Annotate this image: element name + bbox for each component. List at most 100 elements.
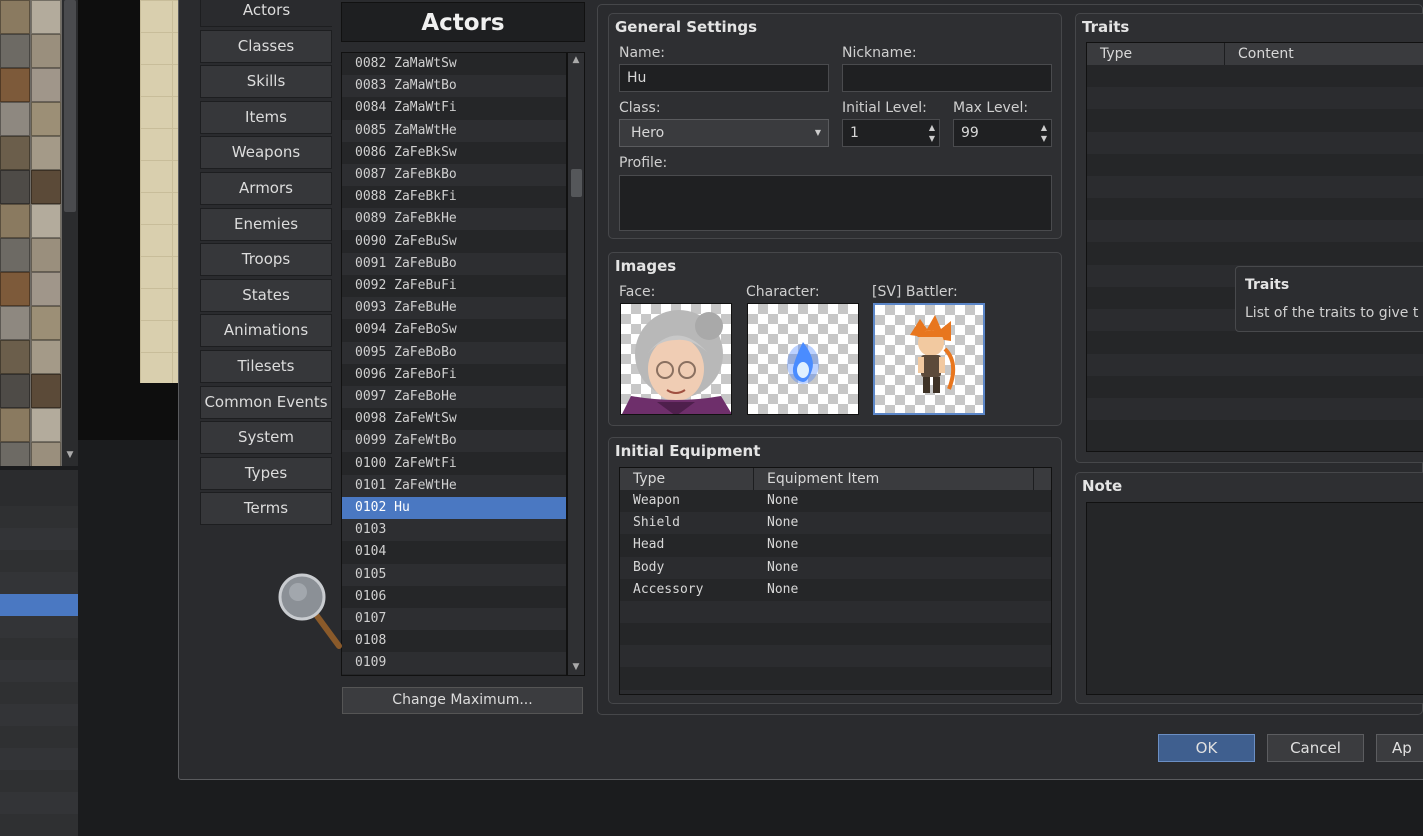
map-tree-item[interactable] <box>0 638 78 660</box>
map-tree-item[interactable] <box>0 506 78 528</box>
actor-list-item[interactable]: 0108 <box>342 630 566 652</box>
tile-swatch[interactable] <box>0 68 30 102</box>
cancel-button[interactable]: Cancel <box>1267 734 1364 762</box>
actor-list-item[interactable]: 0103 <box>342 519 566 542</box>
tile-swatch[interactable] <box>0 34 30 68</box>
actor-list-item[interactable]: 0091 ZaFeBuBo <box>342 252 566 275</box>
map-tree-item[interactable] <box>0 704 78 726</box>
table-row[interactable] <box>1087 376 1423 398</box>
ok-button[interactable]: OK <box>1158 734 1255 762</box>
actor-list-item[interactable]: 0109 <box>342 652 566 675</box>
tile-swatch[interactable] <box>0 306 30 340</box>
tile-swatch[interactable] <box>0 272 30 306</box>
table-row[interactable] <box>1087 131 1423 154</box>
traits-content-header[interactable]: Content <box>1225 43 1423 65</box>
map-tree-item[interactable] <box>0 770 78 792</box>
nickname-field[interactable] <box>842 64 1052 92</box>
nav-armors[interactable]: Armors <box>200 172 332 205</box>
table-row[interactable] <box>1087 87 1423 110</box>
tile-swatch[interactable] <box>31 170 61 204</box>
tile-swatch[interactable] <box>0 408 30 442</box>
note-textarea[interactable] <box>1086 502 1423 695</box>
tile-swatch[interactable] <box>31 306 61 340</box>
table-row[interactable]: Accessory None <box>620 579 1051 601</box>
actor-list-item[interactable]: 0086 ZaFeBkSw <box>342 142 566 164</box>
map-tree-item[interactable] <box>0 660 78 682</box>
apply-button[interactable]: Ap <box>1376 734 1423 762</box>
character-image[interactable] <box>747 303 859 415</box>
spin-arrows-icon[interactable]: ▲ ▼ <box>1041 122 1047 144</box>
table-row[interactable] <box>1087 243 1423 265</box>
nav-actors[interactable]: Actors <box>200 0 332 27</box>
actor-list-item[interactable]: 0097 ZaFeBoHe <box>342 386 566 408</box>
tile-swatch[interactable] <box>31 408 61 442</box>
initial-level-stepper[interactable]: 1 ▲ ▼ <box>842 119 940 147</box>
actor-list-item[interactable]: 0088 ZaFeBkFi <box>342 186 566 208</box>
tile-swatch[interactable] <box>0 374 30 408</box>
actor-list-item[interactable]: 0093 ZaFeBuHe <box>342 297 566 320</box>
tile-palette[interactable] <box>0 0 62 466</box>
nav-common-events[interactable]: Common Events <box>200 385 332 419</box>
scroll-down-arrow-icon[interactable]: ▼ <box>568 660 584 674</box>
actor-list[interactable]: 0082 ZaMaWtSw 0083 ZaMaWtBo 0084 ZaMaWtFi 0… <box>341 52 567 676</box>
table-row[interactable] <box>1087 353 1423 376</box>
tile-swatch[interactable] <box>0 238 30 272</box>
actor-list-item[interactable]: 0105 <box>342 563 566 586</box>
traits-type-header[interactable]: Type <box>1087 43 1225 65</box>
scrollbar-thumb[interactable] <box>571 169 582 197</box>
table-row[interactable] <box>620 645 1051 668</box>
map-tree-item[interactable] <box>0 748 78 770</box>
map-tree-item[interactable] <box>0 682 78 704</box>
nav-enemies[interactable]: Enemies <box>200 207 332 241</box>
equipment-item-header[interactable]: Equipment Item <box>754 468 1034 490</box>
nav-items[interactable]: Items <box>200 100 332 134</box>
actor-list-item[interactable]: 0106 <box>342 586 566 608</box>
map-tree-item[interactable] <box>0 814 78 836</box>
actor-list-item[interactable]: 0090 ZaFeBuSw <box>342 231 566 253</box>
face-image[interactable] <box>620 303 732 415</box>
actor-list-item[interactable]: 0100 ZaFeWtFi <box>342 453 566 475</box>
actor-list-item[interactable]: 0096 ZaFeBoFi <box>342 364 566 386</box>
tile-palette-scrollbar[interactable]: ▼ <box>62 0 78 466</box>
tile-swatch[interactable] <box>31 374 61 408</box>
map-tree[interactable] <box>0 470 78 836</box>
tile-swatch[interactable] <box>31 136 61 170</box>
actor-list-item[interactable]: 0082 ZaMaWtSw <box>342 53 566 75</box>
actor-list-item[interactable]: 0092 ZaFeBuFi <box>342 275 566 297</box>
nav-troops[interactable]: Troops <box>200 243 332 277</box>
class-select[interactable]: Hero ▼ <box>619 119 829 147</box>
tile-swatch[interactable] <box>0 0 30 34</box>
nav-classes[interactable]: Classes <box>200 29 332 63</box>
tile-swatch[interactable] <box>31 204 61 238</box>
tile-swatch[interactable] <box>31 68 61 102</box>
map-tree-item[interactable] <box>0 792 78 814</box>
table-row[interactable]: Body None <box>620 556 1051 579</box>
scroll-down-arrow-icon[interactable]: ▼ <box>64 450 76 464</box>
tile-swatch[interactable] <box>31 442 61 466</box>
table-row[interactable] <box>620 689 1051 694</box>
traits-table[interactable]: Type Content <box>1086 42 1423 452</box>
tile-swatch[interactable] <box>31 0 61 34</box>
table-row[interactable] <box>1087 331 1423 353</box>
table-row[interactable]: Head None <box>620 534 1051 556</box>
table-row[interactable] <box>1087 420 1423 442</box>
max-level-stepper[interactable]: 99 ▲ ▼ <box>953 119 1052 147</box>
map-tree-item[interactable] <box>0 726 78 748</box>
table-row[interactable] <box>1087 176 1423 198</box>
map-tree-item[interactable] <box>0 528 78 550</box>
actor-list-scrollbar[interactable]: ▲ ▼ <box>567 52 585 676</box>
table-row[interactable] <box>1087 198 1423 220</box>
actor-list-item[interactable]: 0084 ZaMaWtFi <box>342 97 566 119</box>
name-field[interactable]: Hu <box>619 64 829 92</box>
nav-weapons[interactable]: Weapons <box>200 136 332 170</box>
tile-swatch[interactable] <box>0 442 30 466</box>
tile-swatch[interactable] <box>31 102 61 136</box>
spin-arrows-icon[interactable]: ▲ ▼ <box>929 122 935 144</box>
table-row[interactable] <box>620 601 1051 623</box>
nav-skills[interactable]: Skills <box>200 65 332 99</box>
actor-list-item[interactable]: 0089 ZaFeBkHe <box>342 208 566 231</box>
actor-list-item[interactable]: 0085 ZaMaWtHe <box>342 119 566 142</box>
table-row[interactable]: Weapon None <box>620 490 1051 512</box>
table-row[interactable] <box>1087 109 1423 131</box>
table-row[interactable] <box>620 623 1051 645</box>
